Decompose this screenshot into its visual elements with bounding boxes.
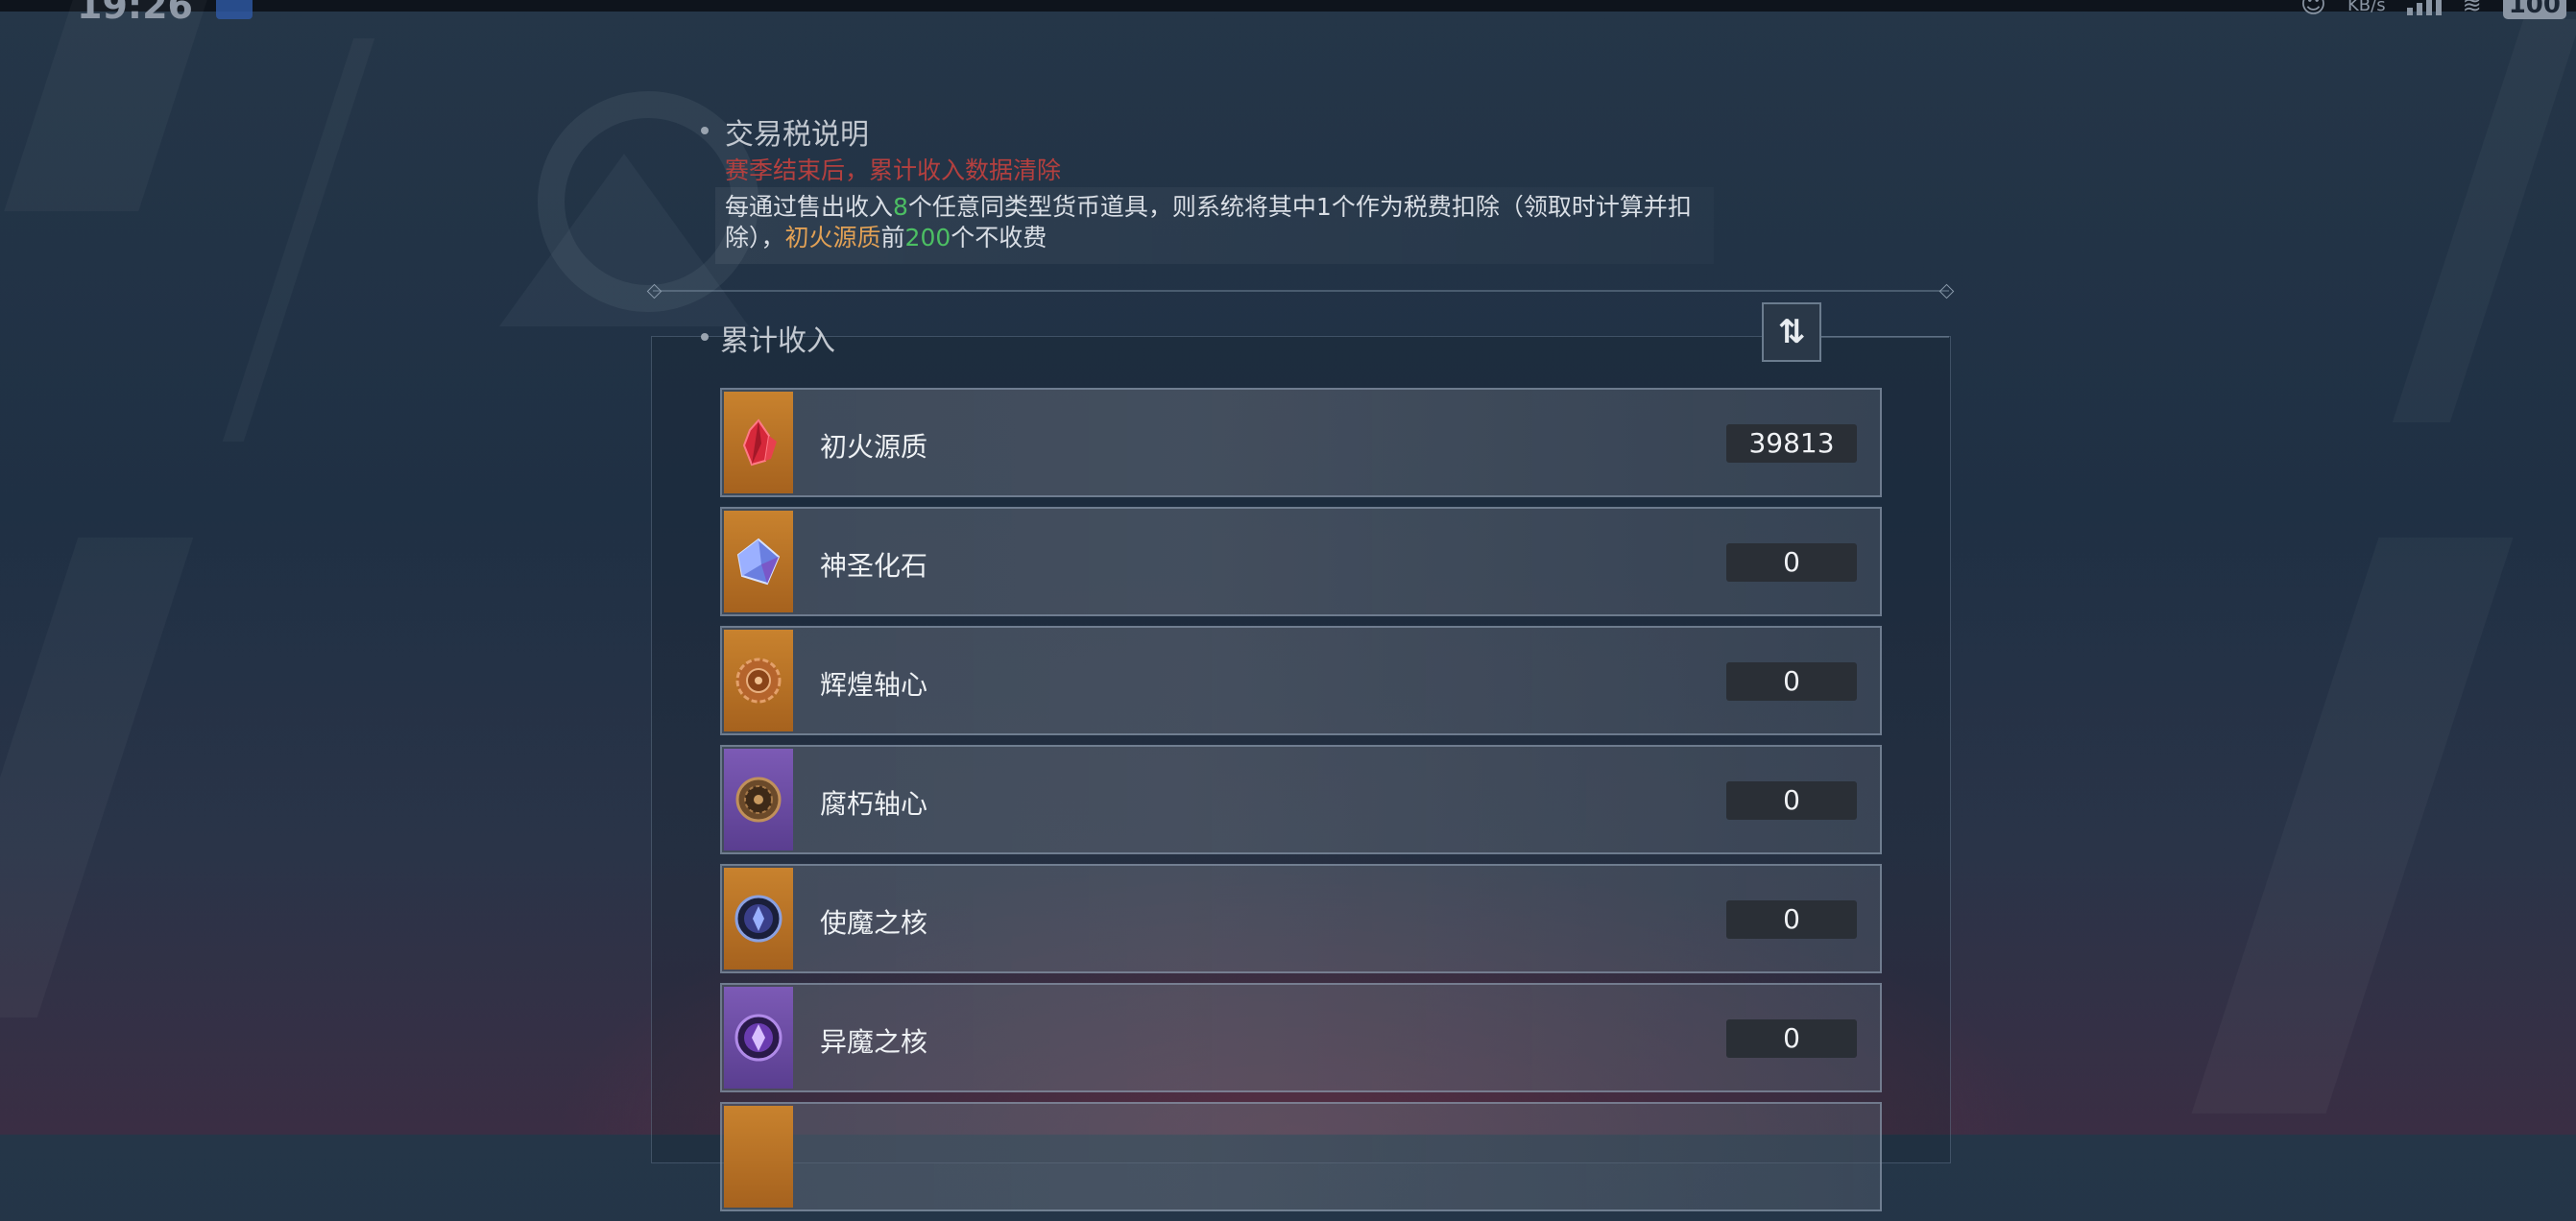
item-name: 异魔之核 (820, 1026, 928, 1058)
desc-text: 个不收费 (951, 224, 1047, 251)
battery-indicator: 100 (2502, 0, 2566, 19)
income-list: 初火源质 39813 神圣化石 0 辉煌轴心 0 腐朽轴心 0 使魔之核 0 异… (720, 388, 1882, 1221)
income-row[interactable]: 使魔之核 0 (720, 864, 1882, 973)
robot-icon: ☺ (2299, 0, 2326, 19)
bg-stripe (0, 538, 193, 1018)
bg-stripe (223, 38, 374, 442)
bullet-dot (701, 333, 709, 341)
item-name: 初火源质 (820, 431, 928, 463)
divider-diamond-icon (1938, 283, 1955, 299)
desc-highlight-number: 200 (904, 224, 951, 251)
tax-description: 每通过售出收入8个任意同类型货币道具，则系统将其中1个作为税费扣除（领取时计算并… (725, 192, 1723, 253)
item-icon-frame (724, 987, 793, 1089)
panel-top-line (1819, 336, 1949, 338)
dark-gear-icon (735, 777, 782, 823)
sort-toggle-button[interactable]: ⇅ (1762, 302, 1821, 362)
item-icon-frame (724, 868, 793, 970)
bg-stripe (2393, 19, 2576, 422)
item-name: 辉煌轴心 (820, 669, 928, 701)
status-bar (0, 0, 2576, 12)
item-value: 0 (1726, 781, 1857, 820)
app-badge-icon (216, 0, 253, 19)
income-row[interactable]: 腐朽轴心 0 (720, 745, 1882, 854)
status-indicators: ☺ KB/s ≋ 100 (2300, 0, 2566, 19)
income-row[interactable]: 辉煌轴心 0 (720, 626, 1882, 735)
bg-triangle (499, 154, 749, 326)
signal-icon (2406, 0, 2442, 15)
item-name: 使魔之核 (820, 907, 928, 939)
income-row-partial[interactable] (720, 1102, 1882, 1211)
item-value: 0 (1726, 662, 1857, 701)
section-divider (653, 290, 1949, 292)
wifi-icon: ≋ (2462, 0, 2482, 18)
prism-gem-icon (736, 538, 781, 586)
sort-toggle-icon: ⇅ (1777, 313, 1806, 351)
bullet-dot (701, 127, 709, 134)
income-row[interactable]: 初火源质 39813 (720, 388, 1882, 497)
item-name: 神圣化石 (820, 550, 928, 582)
item-icon-frame (724, 392, 793, 493)
item-icon-frame (724, 630, 793, 731)
income-row[interactable]: 神圣化石 0 (720, 507, 1882, 616)
desc-highlight-number: 8 (893, 193, 908, 221)
item-icon-frame (724, 511, 793, 612)
tax-section-title: 交易税说明 (725, 118, 869, 152)
net-speed-unit: KB/s (2347, 0, 2386, 15)
bg-stripe (2192, 538, 2514, 1113)
bronze-gear-icon (735, 658, 782, 704)
item-value: 39813 (1726, 424, 1857, 463)
income-row[interactable]: 异魔之核 0 (720, 983, 1882, 1092)
item-value: 0 (1726, 900, 1857, 939)
desc-highlight-item: 初火源质 (784, 224, 881, 251)
item-icon-frame (724, 1106, 793, 1208)
red-crystal-icon (742, 419, 777, 467)
season-reset-warning: 赛季结束后，累计收入数据清除 (725, 156, 1062, 184)
desc-text: 前 (880, 224, 905, 251)
purple-core-icon (734, 1014, 782, 1062)
desc-text: 每通过售出收入 (725, 193, 894, 221)
blue-core-icon (734, 895, 782, 943)
item-value: 0 (1726, 1019, 1857, 1058)
item-value: 0 (1726, 543, 1857, 582)
item-icon-frame (724, 749, 793, 850)
item-name: 腐朽轴心 (820, 788, 928, 820)
bg-stripe (4, 0, 206, 211)
income-section-title: 累计收入 (720, 324, 835, 358)
